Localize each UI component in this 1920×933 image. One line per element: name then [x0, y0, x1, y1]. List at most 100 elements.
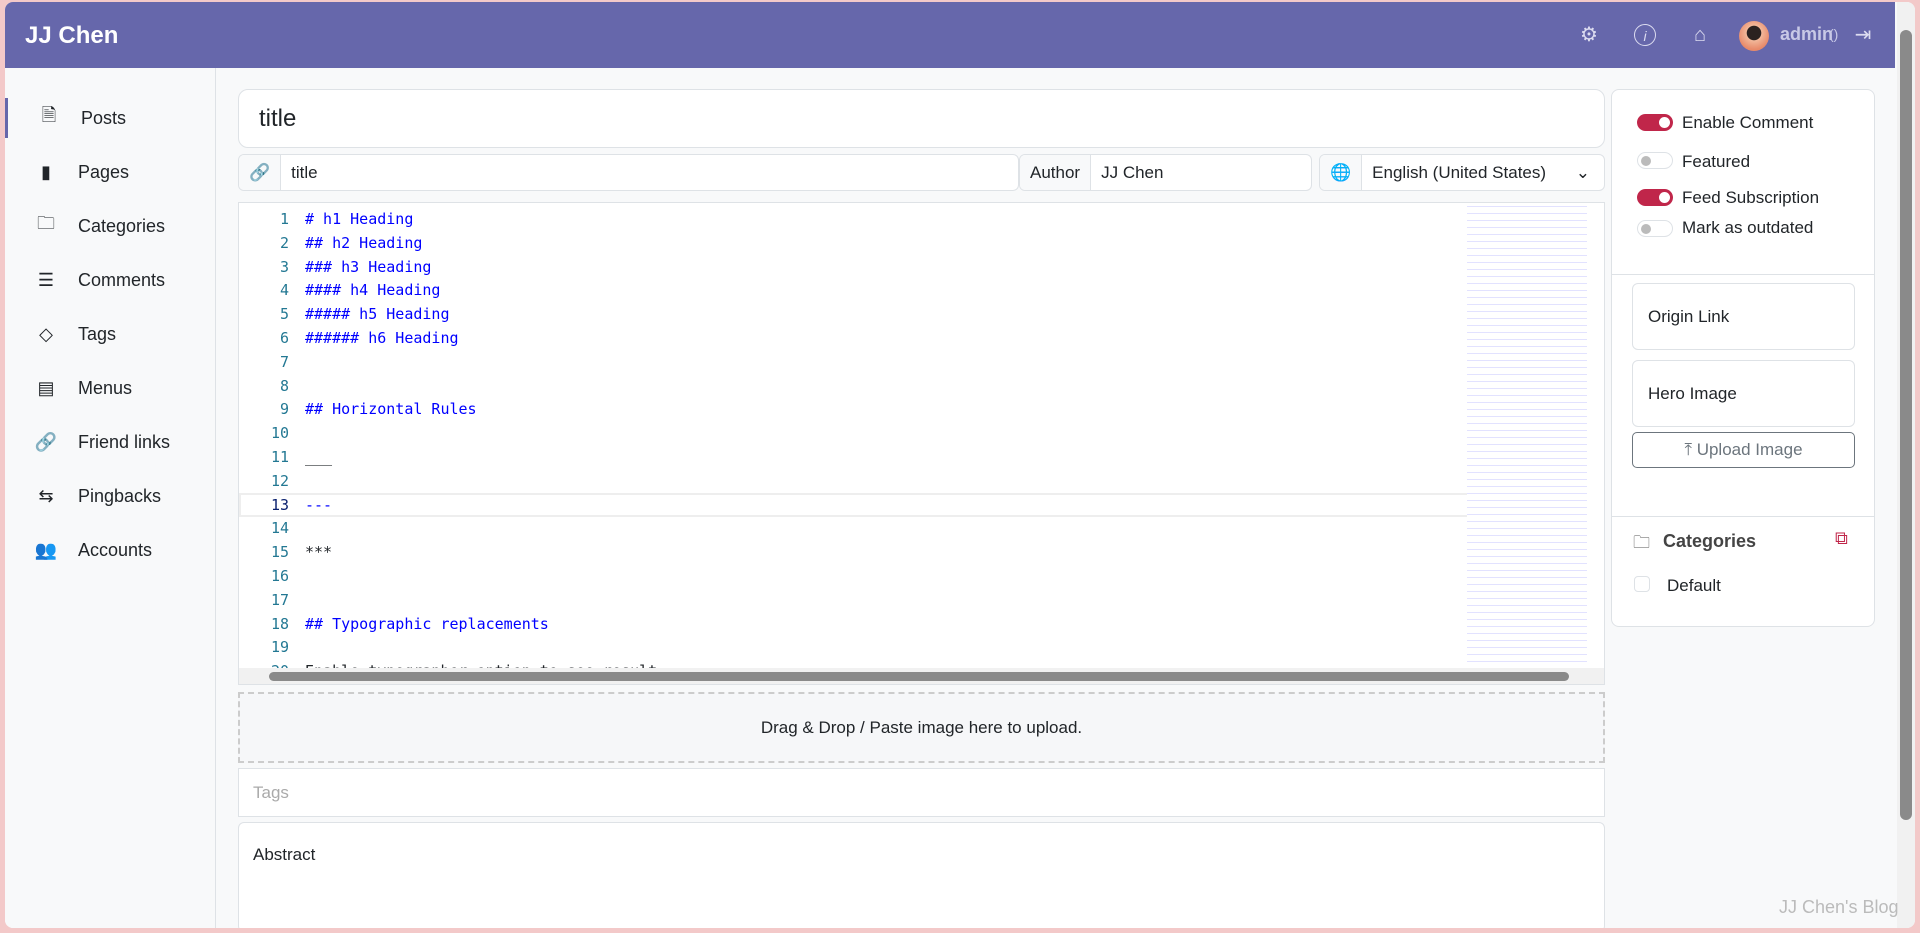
line-number: 7	[279, 352, 289, 371]
people-icon: 👥	[34, 539, 58, 560]
line-code: ## h2 Heading	[305, 233, 423, 252]
avatar[interactable]	[1739, 21, 1769, 51]
line-code: ## Typographic replacements	[305, 614, 549, 633]
home-icon[interactable]: ⌂	[1689, 24, 1711, 46]
gear-icon[interactable]: ⚙	[1578, 24, 1600, 46]
logout-icon[interactable]: ⇥	[1852, 24, 1874, 46]
line-code: ### h3 Heading	[305, 257, 432, 276]
title-input[interactable]: title	[238, 89, 1605, 148]
markdown-editor[interactable]: 1 # h1 Heading 2 ## h2 Heading 3 ### h3 Headi…	[238, 202, 1605, 685]
categories-title: Categories	[1663, 531, 1757, 551]
editor-horizontal-scrollbar[interactable]	[239, 668, 1604, 684]
editor-line[interactable]: 18 ## Typographic replacements	[239, 612, 1469, 636]
upload-icon: ⤒	[1684, 440, 1697, 459]
editor-line[interactable]: 17	[239, 588, 1469, 612]
editor-minimap[interactable]	[1467, 203, 1587, 668]
sidebar-item-label: Tags	[78, 323, 117, 344]
author-input[interactable]: JJ Chen	[1091, 155, 1311, 190]
editor-line[interactable]: 12	[239, 469, 1469, 493]
username[interactable]: admin	[1780, 24, 1833, 45]
abstract-textarea[interactable]: Abstract	[238, 822, 1605, 928]
slug-field[interactable]: 🔗 title	[238, 154, 1019, 191]
line-code: #### h4 Heading	[305, 281, 441, 300]
sidebar-item-pingbacks[interactable]: ⇆ Pingbacks	[5, 476, 215, 516]
editor-line[interactable]: 15 ***	[239, 540, 1469, 564]
line-number: 11	[270, 448, 289, 466]
editor-line[interactable]: 3 ### h3 Heading	[239, 255, 1469, 279]
hero-image-input[interactable]: Hero Image	[1632, 360, 1855, 427]
editor-line[interactable]: 16	[239, 564, 1469, 588]
language-select[interactable]: 🌐 English (United States) ⌄	[1319, 154, 1605, 191]
page-scrollbar[interactable]	[1897, 2, 1915, 928]
sidebar-item-pages[interactable]: ▮ Pages	[5, 152, 215, 192]
featured-toggle[interactable]	[1637, 152, 1673, 169]
toggle-label: Mark as outdated	[1682, 218, 1814, 237]
sidebar-item-categories[interactable]: 🗀 Categories	[5, 206, 215, 246]
editor-line[interactable]: 5 ##### h5 Heading	[239, 302, 1469, 326]
editor-line[interactable]: 10	[239, 421, 1469, 445]
line-code: ---	[305, 495, 333, 514]
upload-image-button[interactable]: ⤒ Upload Image	[1632, 432, 1855, 468]
feed-subscription-toggle[interactable]	[1637, 189, 1673, 206]
sidebar-item-label: Friend links	[78, 431, 171, 452]
toggle-label: Feed Subscription	[1682, 188, 1820, 207]
editor-line[interactable]: 7	[239, 350, 1469, 374]
sidebar-item-label: Accounts	[78, 539, 153, 560]
line-number: 13	[270, 495, 289, 514]
editor-line[interactable]: 11 ___	[239, 445, 1469, 469]
line-code: # h1 Heading	[305, 210, 414, 228]
image-dropzone[interactable]: Drag & Drop / Paste image here to upload…	[238, 692, 1605, 763]
editor-line[interactable]: 8	[239, 374, 1469, 398]
info-icon[interactable]: i	[1634, 24, 1656, 46]
line-number: 4	[279, 281, 289, 300]
line-number: 17	[270, 590, 289, 609]
sidebar-item-label: Categories	[78, 215, 166, 236]
category-label: Default	[1667, 576, 1721, 595]
scrollbar-thumb[interactable]	[1900, 30, 1912, 820]
editor-line[interactable]: 6 ###### h6 Heading	[239, 326, 1469, 350]
line-number: 9	[279, 400, 289, 419]
origin-link-input[interactable]: Origin Link	[1632, 283, 1855, 350]
link-icon: 🔗	[34, 431, 58, 452]
notification-count: ()	[1829, 26, 1839, 42]
sidebar: 🗎 Posts ▮ Pages 🗀 Categories ☰ Comments ◇ Tag…	[5, 68, 216, 928]
sidebar-item-menus[interactable]: ▤ Menus	[5, 368, 215, 408]
tag-icon: ◇	[39, 323, 53, 344]
sidebar-item-tags[interactable]: ◇ Tags	[5, 314, 215, 354]
tags-input[interactable]: Tags	[238, 768, 1605, 817]
folder-icon: 🗀	[1633, 533, 1650, 552]
upload-label: Upload Image	[1696, 440, 1803, 459]
editor-line[interactable]: 19	[239, 635, 1469, 659]
editor-line[interactable]: 14	[239, 516, 1469, 540]
sidebar-item-friend-links[interactable]: 🔗 Friend links	[5, 422, 215, 462]
external-link-icon[interactable]: ⧉	[1835, 528, 1848, 549]
divider	[1612, 516, 1874, 517]
sidebar-item-accounts[interactable]: 👥 Accounts	[5, 530, 215, 570]
sidebar-item-label: Menus	[78, 377, 133, 398]
top-header: JJ Chen ⚙ i ⌂ admin () ⇥	[5, 2, 1895, 68]
category-checkbox[interactable]	[1634, 576, 1650, 592]
brand[interactable]: JJ Chen	[25, 22, 118, 50]
scrollbar-thumb[interactable]	[269, 672, 1569, 681]
menu-icon: ▤	[37, 377, 55, 398]
comment-icon: ☰	[37, 269, 55, 290]
language-value[interactable]: English (United States)	[1362, 155, 1562, 190]
sidebar-item-posts[interactable]: 🗎 Posts	[5, 98, 215, 138]
mark-outdated-toggle[interactable]	[1637, 220, 1673, 237]
file-text-icon: 🗎	[41, 105, 57, 125]
editor-line[interactable]: 4 #### h4 Heading	[239, 278, 1469, 302]
line-code: ## Horizontal Rules	[305, 400, 477, 419]
author-field[interactable]: Author JJ Chen	[1019, 154, 1312, 191]
editor-line[interactable]: 13 ---	[239, 493, 1469, 517]
slug-input[interactable]: title	[281, 155, 1018, 190]
line-number: 12	[270, 471, 289, 490]
editor-line[interactable]: 1 # h1 Heading	[239, 207, 1469, 231]
arrows-icon: ⇆	[38, 485, 54, 506]
line-number: 19	[270, 638, 289, 657]
sidebar-item-comments[interactable]: ☰ Comments	[5, 260, 215, 300]
enable-comment-toggle[interactable]	[1637, 114, 1673, 131]
chevron-down-icon: ⌄	[1575, 162, 1590, 182]
sidebar-item-label: Posts	[81, 107, 127, 128]
editor-line[interactable]: 2 ## h2 Heading	[239, 231, 1469, 255]
editor-line[interactable]: 9 ## Horizontal Rules	[239, 397, 1469, 421]
